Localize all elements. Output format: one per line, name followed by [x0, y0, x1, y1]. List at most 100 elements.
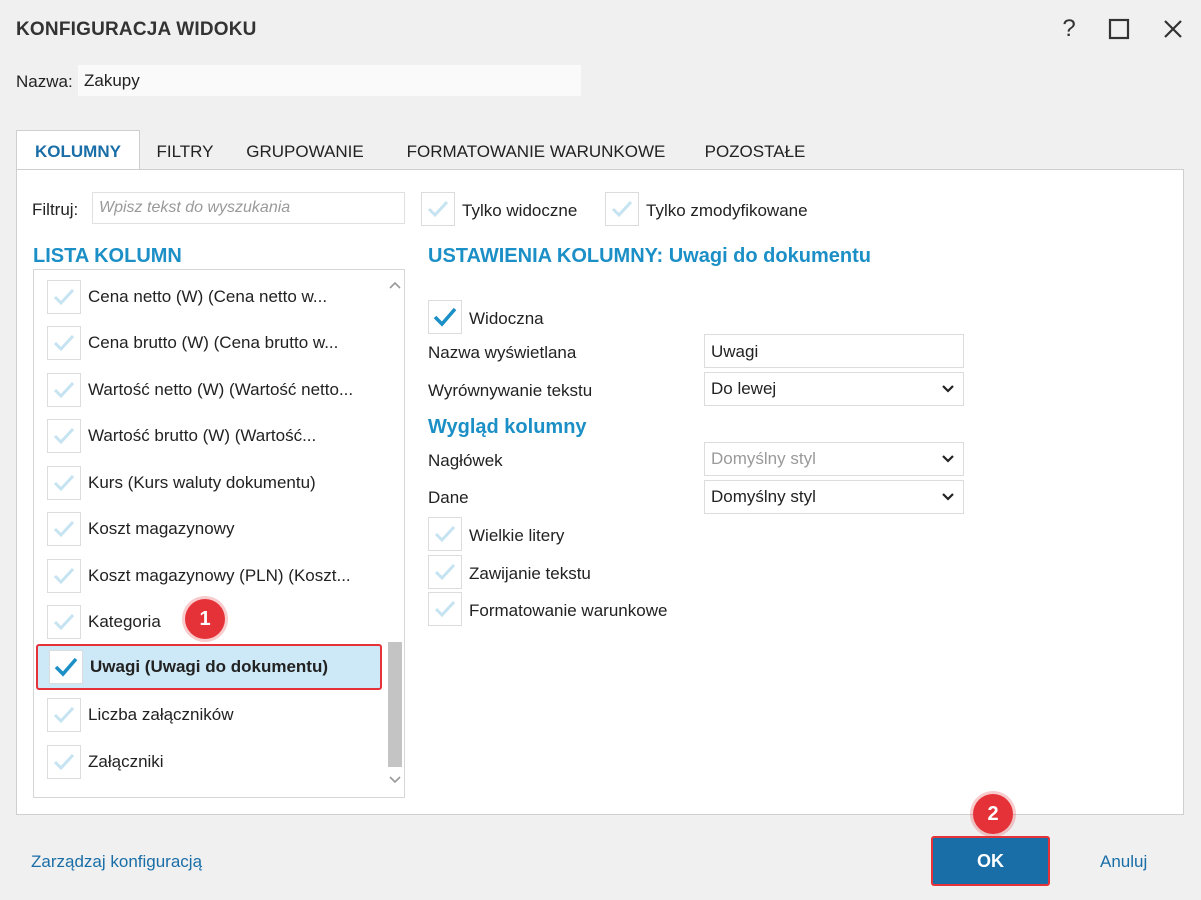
- tab-filtry[interactable]: FILTRY: [148, 131, 222, 169]
- faint-check-icon: [434, 563, 456, 581]
- faint-check-icon: [53, 381, 75, 399]
- list-item-label: Cena brutto (W) (Cena brutto w...: [88, 333, 339, 352]
- header-style-value: Domyślny styl: [711, 449, 816, 468]
- list-item-label: Załączniki: [88, 752, 164, 771]
- chevron-down-icon: [942, 493, 954, 501]
- column-visible-checkbox[interactable]: [47, 326, 81, 360]
- faint-check-icon: [53, 567, 75, 585]
- display-name-label: Nazwa wyświetlana: [428, 343, 577, 362]
- manage-configuration-link[interactable]: Zarządzaj konfiguracją: [31, 852, 202, 872]
- name-label: Nazwa:: [16, 72, 73, 91]
- cancel-link[interactable]: Anuluj: [1100, 852, 1147, 872]
- column-visible-checkbox[interactable]: [47, 559, 81, 593]
- list-item-label: Kategoria: [88, 612, 161, 631]
- list-item-label: Koszt magazynowy: [88, 519, 235, 538]
- alignment-label: Wyrównywanie tekstu: [428, 381, 593, 400]
- data-style-select[interactable]: Domyślny styl: [704, 480, 964, 514]
- faint-check-icon: [434, 600, 456, 618]
- scroll-up-icon[interactable]: [388, 280, 402, 290]
- uppercase-checkbox[interactable]: [428, 517, 462, 551]
- faint-check-icon: [611, 200, 633, 218]
- scroll-thumb[interactable]: [388, 642, 402, 767]
- column-list[interactable]: Cena netto (W) (Cena netto w... Cena bru…: [33, 269, 405, 798]
- faint-check-icon: [434, 525, 456, 543]
- list-item-label: Kurs (Kurs waluty dokumentu): [88, 473, 316, 492]
- column-visible-checkbox[interactable]: [47, 605, 81, 639]
- list-item-label: Wartość netto (W) (Wartość netto...: [88, 380, 354, 399]
- list-item[interactable]: Cena brutto (W) (Cena brutto w...: [34, 320, 386, 366]
- list-item[interactable]: Koszt magazynowy: [34, 506, 386, 552]
- faint-check-icon: [53, 753, 75, 771]
- faint-check-icon: [427, 200, 449, 218]
- scroll-down-icon[interactable]: [388, 775, 402, 785]
- column-visible-checkbox[interactable]: [47, 698, 81, 732]
- chevron-down-icon: [942, 385, 954, 393]
- display-name-input[interactable]: Uwagi: [704, 334, 964, 368]
- maximize-button[interactable]: [1103, 12, 1135, 46]
- visible-checkbox[interactable]: [428, 300, 462, 334]
- filter-label: Filtruj:: [32, 200, 79, 219]
- column-visible-checkbox[interactable]: [47, 512, 81, 546]
- filter-search-input[interactable]: Wpisz tekst do wyszukania: [92, 192, 405, 224]
- name-input[interactable]: Zakupy: [78, 65, 581, 96]
- faint-check-icon: [53, 288, 75, 306]
- callout-badge-1: 1: [185, 599, 225, 639]
- column-visible-checkbox[interactable]: [49, 650, 83, 684]
- list-item-selected[interactable]: Uwagi (Uwagi do dokumentu): [36, 644, 382, 690]
- list-item[interactable]: Wartość brutto (W) (Wartość...: [34, 413, 386, 459]
- close-button[interactable]: [1157, 12, 1189, 46]
- list-item-label: Cena netto (W) (Cena netto w...: [88, 287, 328, 306]
- column-visible-checkbox[interactable]: [47, 745, 81, 779]
- list-item[interactable]: Koszt magazynowy (PLN) (Koszt...: [34, 553, 386, 599]
- faint-check-icon: [53, 706, 75, 724]
- column-visible-checkbox[interactable]: [47, 280, 81, 314]
- faint-check-icon: [53, 334, 75, 352]
- list-item[interactable]: Załączniki: [34, 739, 386, 785]
- data-style-value: Domyślny styl: [711, 487, 816, 506]
- only-modified-checkbox[interactable]: [605, 192, 639, 226]
- tab-formatowanie-warunkowe[interactable]: FORMATOWANIE WARUNKOWE: [398, 131, 674, 169]
- check-icon: [54, 657, 78, 677]
- wrap-text-label: Zawijanie tekstu: [469, 564, 591, 583]
- list-item-label: Uwagi (Uwagi do dokumentu): [90, 657, 328, 676]
- callout-badge-2: 2: [973, 794, 1013, 834]
- alignment-select[interactable]: Do lewej: [704, 372, 964, 406]
- visible-label: Widoczna: [469, 309, 544, 328]
- check-icon: [433, 307, 457, 327]
- conditional-formatting-checkbox[interactable]: [428, 592, 462, 626]
- only-modified-label: Tylko zmodyfikowane: [646, 201, 808, 220]
- faint-check-icon: [53, 520, 75, 538]
- chevron-down-icon: [942, 455, 954, 463]
- close-icon: [1164, 20, 1182, 38]
- header-style-select[interactable]: Domyślny styl: [704, 442, 964, 476]
- column-settings-title: USTAWIENIA KOLUMNY: Uwagi do dokumentu: [428, 245, 871, 267]
- tab-pozostale[interactable]: POZOSTAŁE: [698, 131, 812, 169]
- list-item-label: Wartość brutto (W) (Wartość...: [88, 426, 317, 445]
- uppercase-label: Wielkie litery: [469, 526, 565, 545]
- tab-kolumny[interactable]: KOLUMNY: [16, 130, 140, 170]
- data-style-label: Dane: [428, 488, 469, 507]
- only-visible-label: Tylko widoczne: [462, 201, 578, 220]
- dialog-title: KONFIGURACJA WIDOKU: [16, 19, 257, 40]
- list-item[interactable]: Cena netto (W) (Cena netto w...: [34, 274, 386, 320]
- faint-check-icon: [53, 613, 75, 631]
- column-visible-checkbox[interactable]: [47, 466, 81, 500]
- column-visible-checkbox[interactable]: [47, 419, 81, 453]
- list-item[interactable]: Wartość netto (W) (Wartość netto...: [34, 367, 386, 413]
- help-button[interactable]: ?: [1053, 12, 1085, 46]
- only-visible-checkbox[interactable]: [421, 192, 455, 226]
- wrap-text-checkbox[interactable]: [428, 555, 462, 589]
- list-item-label: Liczba załączników: [88, 705, 234, 724]
- list-item-label: Koszt magazynowy (PLN) (Koszt...: [88, 566, 351, 585]
- conditional-formatting-label: Formatowanie warunkowe: [469, 601, 668, 620]
- column-visible-checkbox[interactable]: [47, 373, 81, 407]
- list-item[interactable]: Liczba załączników: [34, 692, 386, 738]
- help-icon: ?: [1062, 15, 1076, 42]
- column-list-title: LISTA KOLUMN: [33, 245, 182, 267]
- ok-button[interactable]: OK: [931, 836, 1050, 886]
- alignment-value: Do lewej: [711, 379, 777, 398]
- header-style-label: Nagłówek: [428, 451, 503, 470]
- maximize-icon: [1108, 18, 1130, 40]
- list-item[interactable]: Kurs (Kurs waluty dokumentu): [34, 460, 386, 506]
- tab-grupowanie[interactable]: GRUPOWANIE: [238, 131, 372, 169]
